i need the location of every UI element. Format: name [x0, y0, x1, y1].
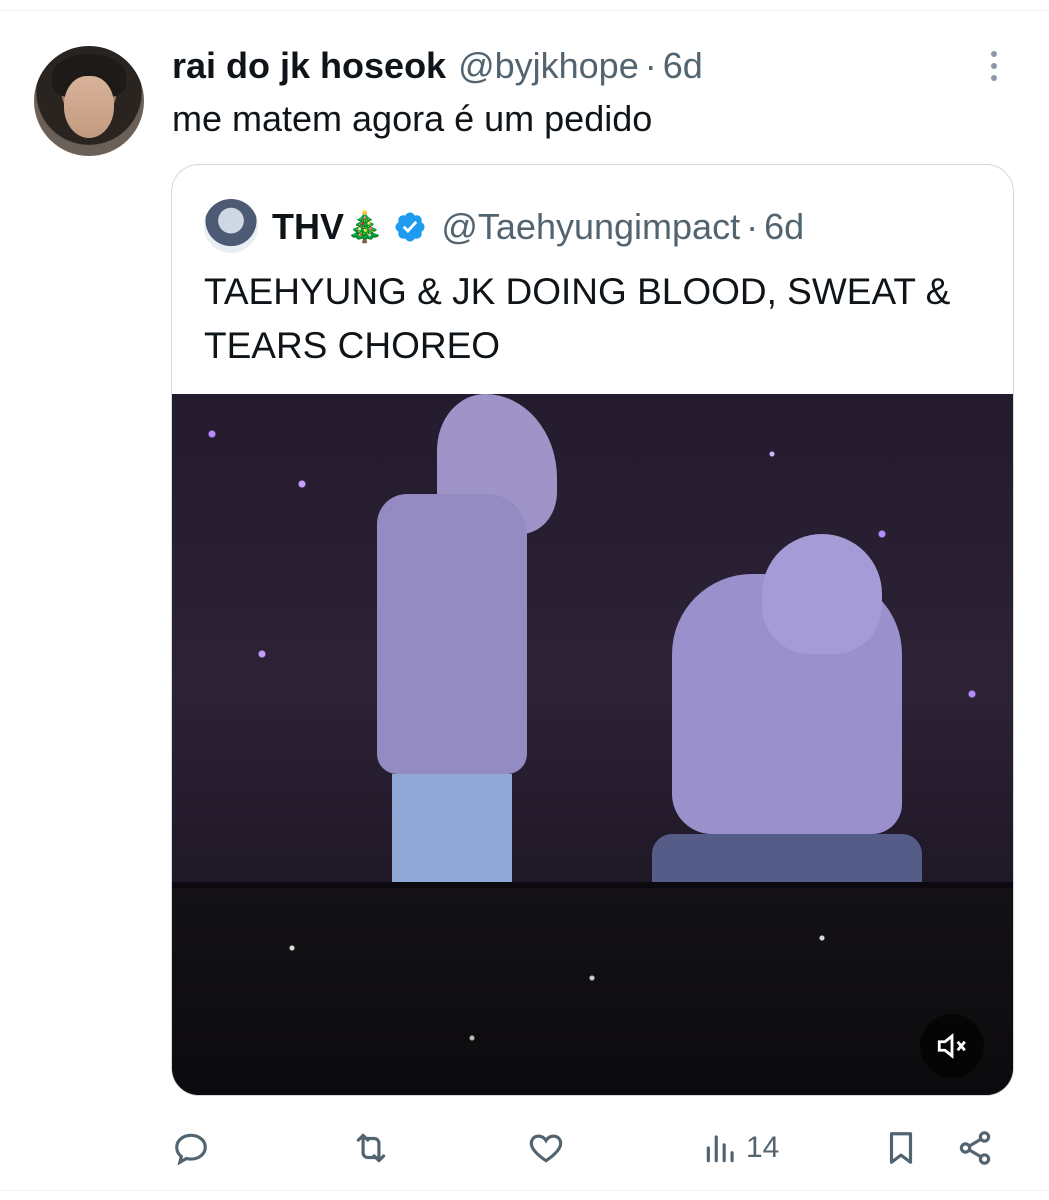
mute-icon — [937, 1033, 966, 1059]
mute-toggle-button[interactable] — [920, 1014, 984, 1078]
quoted-tweet-timestamp: 6d — [764, 206, 805, 247]
tweet-action-bar: 14 — [172, 1122, 1014, 1174]
video-stadium-stands — [172, 888, 1013, 1095]
bottom-divider — [0, 1190, 1049, 1191]
quoted-tweet-header: THV 🎄 @Taehyungimpact · 6d — [272, 199, 804, 255]
views-button[interactable]: 14 — [702, 1122, 779, 1174]
share-icon — [959, 1131, 991, 1165]
quoted-header-separator: · — [746, 206, 759, 247]
quoted-author-avatar — [204, 199, 258, 253]
views-icon — [706, 1135, 734, 1163]
reply-button[interactable] — [172, 1122, 210, 1174]
header-separator: · — [644, 45, 657, 86]
like-icon — [529, 1134, 563, 1163]
tweet-page: rai do jk hoseok @byjkhope · 6d me matem… — [0, 0, 1049, 1200]
reply-icon — [175, 1133, 207, 1166]
verified-badge-icon — [395, 212, 425, 242]
top-divider — [0, 0, 1049, 11]
tweet-header: rai do jk hoseok @byjkhope · 6d — [172, 40, 703, 92]
views-count: 14 — [746, 1131, 780, 1164]
video-person-kneeling — [652, 534, 932, 884]
quoted-tweet-text: TAEHYUNG & JK DOING BLOOD, SWEAT & TEARS… — [204, 271, 951, 366]
video-person-standing — [377, 394, 557, 884]
bookmark-button[interactable] — [882, 1122, 920, 1174]
more-icon — [991, 51, 997, 57]
tweet-timestamp[interactable]: 6d — [663, 45, 703, 87]
tree-emoji: 🎄 — [346, 210, 384, 244]
author-handle[interactable]: @byjkhope — [458, 45, 639, 87]
more-options-button[interactable] — [976, 44, 1012, 88]
quoted-tweet-card[interactable]: THV 🎄 @Taehyungimpact · 6d TAEHYUNG & JK… — [171, 164, 1014, 1096]
retweet-icon — [356, 1133, 386, 1163]
share-button[interactable] — [956, 1122, 994, 1174]
author-avatar[interactable] — [34, 46, 144, 156]
video-player[interactable] — [172, 394, 1013, 1095]
author-display-name[interactable]: rai do jk hoseok — [172, 45, 446, 87]
quoted-author-display-name: THV — [272, 206, 344, 247]
tweet-text: me matem agora é um pedido — [172, 98, 653, 139]
like-button[interactable] — [527, 1122, 565, 1174]
bookmark-icon — [889, 1132, 913, 1164]
quoted-author-handle: @Taehyungimpact — [441, 206, 741, 247]
retweet-button[interactable] — [352, 1122, 390, 1174]
